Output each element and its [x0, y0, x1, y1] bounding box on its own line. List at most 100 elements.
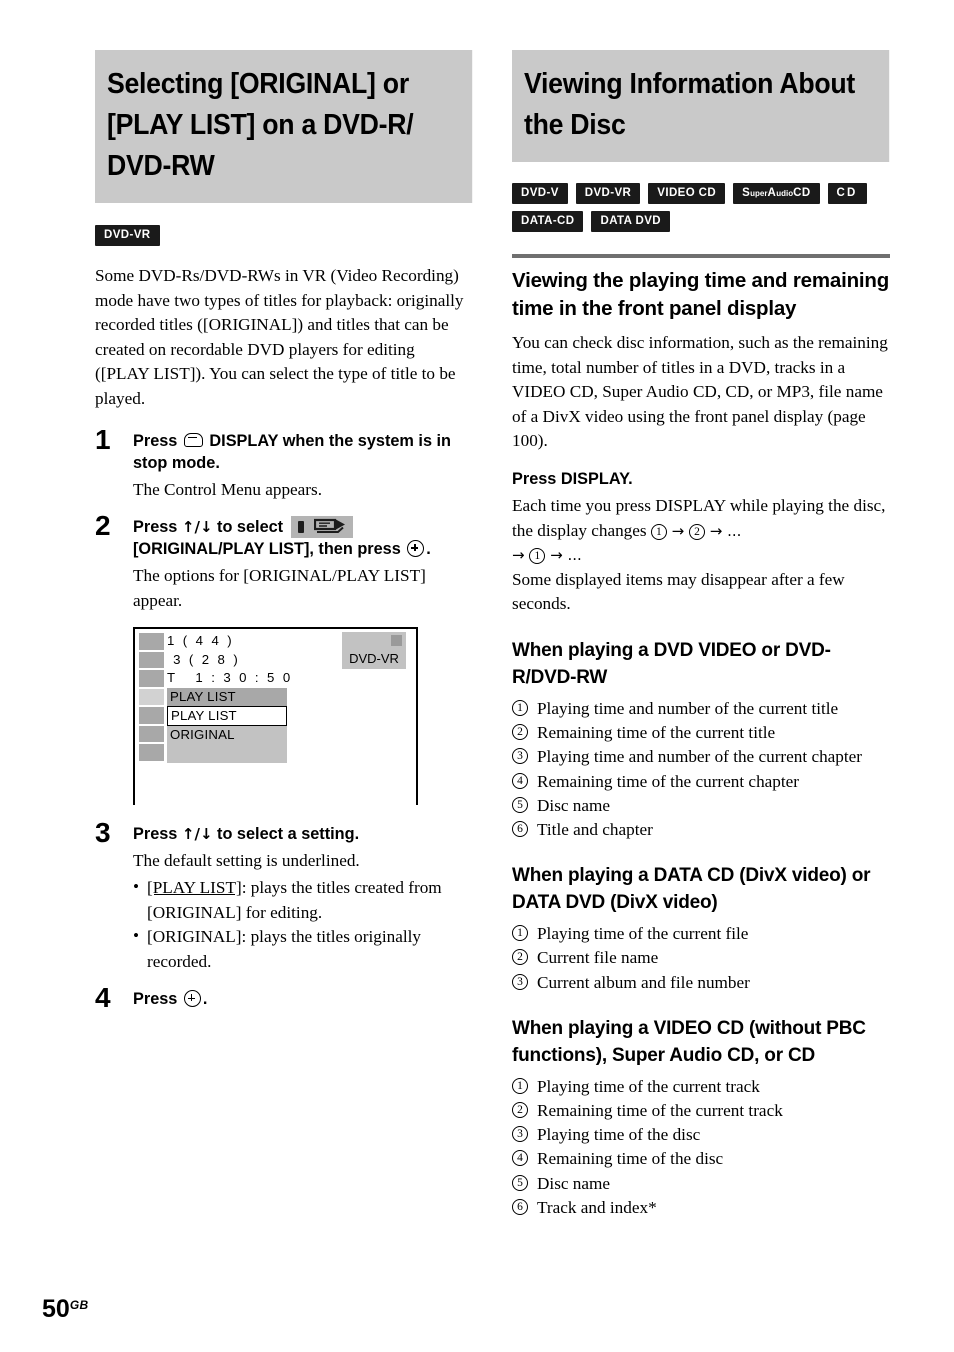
circled-6: 6	[512, 1198, 528, 1215]
list-item: 1 Playing time of the current file	[512, 922, 890, 946]
subsection-2-list: 1 Playing time of the current file 2 Curre…	[512, 922, 890, 995]
press-display-label: Press DISPLAY.	[512, 469, 633, 488]
osd-screen-diagram: 1 ( 4 4 ) 3 ( 2 8 ) T 1 : 3 0 : 5 0 PLAY…	[133, 627, 418, 806]
list-item-label: Disc name	[537, 1173, 611, 1193]
step-3-title-part1: Press	[133, 825, 182, 844]
bullet-play-list: [PLAY LIST]: plays the titles created fr…	[133, 875, 473, 925]
step-1-number: 1	[95, 423, 111, 455]
circled-2: 2	[512, 949, 528, 966]
step-3-title-part2: to select a setting.	[212, 825, 360, 844]
disc-badge-data-dvd: DATA DVD	[591, 211, 670, 232]
step-2: 2 Press ↑/↓ to select [ORIGINAL/PLAY LIS…	[95, 511, 473, 613]
left-chapter-heading-line-1: Selecting [ORIGINAL] or	[106, 68, 409, 100]
right-disc-badge-row-2: DATA-CD DATA DVD	[512, 211, 890, 232]
list-item-label: Remaining time of the disc	[537, 1149, 724, 1169]
section-intro-paragraph: You can check disc information, such as …	[512, 333, 888, 451]
display-cycle-text-b: →	[666, 521, 690, 540]
list-item-label: Playing time of the current file	[537, 924, 749, 944]
list-item: 2 Remaining time of the current track	[512, 1099, 890, 1123]
enter-icon	[407, 540, 425, 558]
osd-current-setting: PLAY LIST	[167, 687, 287, 707]
osd-rail-cell-active	[138, 687, 165, 707]
list-item-label: Track and index*	[537, 1197, 657, 1217]
right-disc-badge-row-1: DVD-V DVD-VR VIDEO CD SuperAudioCD CD	[512, 183, 890, 204]
osd-disc-type-indicator: DVD-VR	[342, 632, 406, 670]
osd-status-square-icon	[391, 635, 402, 647]
osd-option-original[interactable]: ORIGINAL	[167, 726, 287, 745]
step-2-title-part4: .	[426, 540, 431, 559]
disc-badge-super-audio-cd: SuperAudioCD	[733, 183, 820, 204]
step-1-body: The Control Menu appears.	[133, 479, 323, 499]
list-item: 3 Playing time of the disc	[512, 1123, 890, 1147]
disc-badge-video-cd: VIDEO CD	[648, 183, 726, 204]
list-item-label: Title and chapter	[537, 819, 653, 839]
circled-6: 6	[512, 820, 528, 837]
circled-4: 4	[512, 1150, 528, 1167]
list-item-label: Current album and file number	[537, 972, 750, 992]
list-item-label: Disc name	[537, 795, 611, 815]
circled-2: 2	[512, 724, 528, 741]
list-item: 1 Playing time of the current track	[512, 1075, 890, 1099]
circled-1: 1	[650, 523, 667, 540]
bullet-original: [ORIGINAL]: plays the titles originally …	[133, 924, 473, 974]
left-chapter-heading-line-3: DVD-RW	[106, 150, 215, 182]
circled-5: 5	[512, 1174, 528, 1191]
display-cycle-text-e: → ...	[545, 546, 582, 565]
osd-rail-cell	[138, 743, 165, 762]
list-item-label: Remaining time of the current title	[537, 723, 776, 743]
osd-chapter-number: 3 ( 2 8 )	[167, 651, 241, 667]
right-chapter-heading: Viewing Information About the Disc	[512, 50, 890, 162]
display-icon	[183, 432, 203, 447]
list-item-label: Remaining time of the current chapter	[537, 771, 800, 791]
step-2-title-part3: [ORIGINAL/PLAY LIST], then press	[133, 540, 406, 559]
step-4-number: 4	[95, 982, 111, 1014]
display-cycle-paragraph: Each time you press DISPLAY while playin…	[512, 494, 890, 568]
list-item-label: Current file name	[537, 948, 659, 968]
left-chapter-heading-line-2: [PLAY LIST] on a DVD-R/	[106, 109, 414, 141]
osd-rail-cell	[138, 650, 165, 670]
right-chapter-heading-line-2: the Disc	[523, 109, 626, 141]
osd-icon-rail	[138, 632, 165, 762]
page-region-suffix: GB	[69, 1298, 89, 1312]
step-3-title: Press ↑/↓ to select a setting.	[133, 823, 473, 845]
step-2-title: Press ↑/↓ to select [ORIGINAL/PLAY LIST]…	[133, 516, 473, 560]
page-number: 50GB	[42, 1295, 88, 1324]
circled-2: 2	[512, 1101, 528, 1118]
list-item-label: Playing time and number of the current c…	[537, 747, 863, 767]
circled-1-repeat: 1	[529, 548, 546, 565]
step-2-number: 2	[95, 510, 111, 542]
display-cycle-text-c: → ...	[705, 521, 742, 540]
display-cycle-note: Some displayed items may disappear after…	[512, 569, 845, 614]
list-item: 5 Disc name	[512, 794, 890, 818]
list-item: 6 Title and chapter	[512, 818, 890, 842]
left-intro-paragraph: Some DVD-Rs/DVD-RWs in VR (Video Recordi…	[95, 266, 464, 408]
step-4-title-part4: .	[202, 990, 208, 1009]
list-item: 1 Playing time and number of the current …	[512, 697, 890, 721]
step-3-bullet-list: [PLAY LIST]: plays the titles created fr…	[133, 875, 473, 974]
circled-3: 3	[512, 1126, 528, 1143]
disc-badge-cd: CD	[827, 183, 867, 204]
up-down-arrows-icon: ↑/↓	[181, 825, 213, 844]
list-item: 2 Current file name	[512, 946, 890, 970]
manual-page: Selecting [ORIGINAL] or [PLAY LIST] on a…	[0, 0, 954, 1352]
osd-option-play-list[interactable]: PLAY LIST	[167, 706, 287, 727]
list-item: 3 Playing time and number of the current …	[512, 745, 890, 769]
subsection-1-list: 1 Playing time and number of the current …	[512, 697, 890, 842]
left-column: Selecting [ORIGINAL] or [PLAY LIST] on a…	[95, 50, 473, 1014]
disc-badge-dvd-vr: DVD-VR	[95, 225, 160, 246]
list-item: 4 Remaining time of the current chapter	[512, 770, 890, 794]
osd-time: T 1 : 3 0 : 5 0	[167, 670, 293, 686]
disc-badge-data-cd: DATA-CD	[512, 211, 584, 232]
osd-rail-cell	[138, 669, 165, 688]
display-cycle-text-d: →	[512, 546, 530, 565]
up-down-arrows-icon: ↑/↓	[181, 518, 213, 537]
circled-2: 2	[689, 523, 706, 540]
step-2-title-part1: Press	[133, 518, 182, 537]
step-1-title-prefix: Press	[133, 431, 182, 450]
circled-5: 5	[512, 796, 528, 813]
step-3: 3 Press ↑/↓ to select a setting. The def…	[95, 818, 473, 974]
list-item: 2 Remaining time of the current title	[512, 721, 890, 745]
list-item: 6 Track and index*	[512, 1196, 890, 1220]
enter-icon	[183, 990, 201, 1008]
osd-disc-label: DVD-VR	[349, 651, 399, 667]
